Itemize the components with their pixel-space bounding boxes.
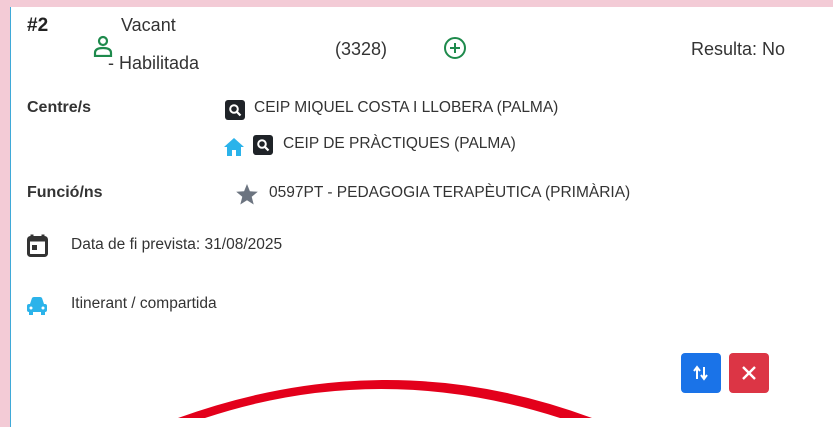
red-ribbon-decoration <box>178 380 592 418</box>
